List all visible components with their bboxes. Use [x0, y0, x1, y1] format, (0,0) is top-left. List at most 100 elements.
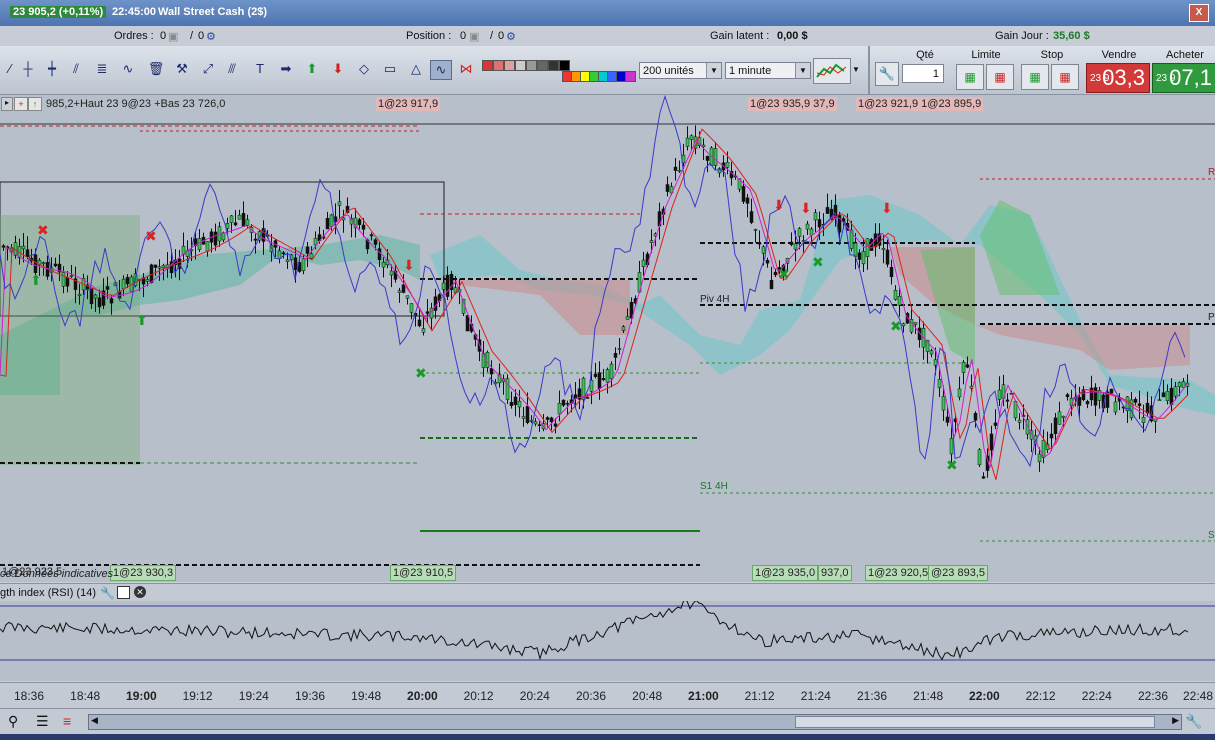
vertical-line-icon[interactable]: ┿: [42, 60, 62, 78]
position-sep: /: [490, 30, 494, 42]
order-marker-bottom[interactable]: 1@23 930,3: [110, 565, 177, 581]
stop-sell-button[interactable]: ▦: [1051, 64, 1079, 90]
arrow-right-icon[interactable]: ➡: [276, 60, 296, 78]
qty-input[interactable]: 1: [902, 64, 944, 83]
arrow-down-icon[interactable]: ⬇: [328, 60, 348, 78]
trend-tool-icon[interactable]: ∿: [118, 60, 138, 78]
scrollbar-thumb[interactable]: [795, 716, 1155, 728]
candle-body: [33, 254, 38, 273]
candle-body: [77, 293, 82, 296]
candle-body: [949, 438, 954, 455]
position-gear-icon[interactable]: ⚙: [506, 30, 516, 43]
rectangle-rotated-icon[interactable]: ◇: [354, 60, 374, 78]
order-marker-bottom[interactable]: 1@23 910,5: [390, 565, 457, 581]
time-tick: 22:48: [1182, 689, 1214, 703]
candle-body: [765, 260, 770, 264]
scroll-left-icon[interactable]: ◀: [91, 715, 98, 726]
list-icon[interactable]: ☰: [36, 713, 49, 730]
units-select[interactable]: 200 unités ▼: [639, 62, 722, 79]
close-icon[interactable]: ✕: [134, 586, 146, 598]
order-marker-bottom[interactable]: @23 893,5: [928, 565, 988, 581]
indicators-dropdown-icon[interactable]: ▼: [850, 58, 862, 82]
scroll-right-icon[interactable]: ▶: [1172, 715, 1179, 726]
zigzag-tool-icon[interactable]: ∿: [430, 60, 452, 80]
up-icon[interactable]: ↑: [28, 97, 42, 111]
price-chart-panel[interactable]: ⬆ ⬆ ⬇ ⬇ ⬇ ⬇ ✖ ✖ ✖ ✖ ✖ ✖ ✖: [0, 94, 1215, 582]
candle-body: [405, 295, 410, 299]
color-swatch[interactable]: [515, 60, 526, 71]
qty-header: Qté: [916, 49, 934, 61]
line-tool-icon[interactable]: ⁄: [0, 60, 20, 78]
rsi-title: gth index (RSI) (14): [0, 587, 96, 599]
color-swatch[interactable]: [559, 60, 570, 71]
orders-icon[interactable]: ▣: [168, 30, 178, 43]
parallel-lines-icon[interactable]: ⫻: [222, 60, 242, 78]
sell-button[interactable]: 23 9 03,3: [1086, 63, 1150, 93]
position-icon[interactable]: ▣: [469, 30, 479, 43]
color-swatch[interactable]: [537, 60, 548, 71]
color-swatch[interactable]: [482, 60, 493, 71]
zoom-icon[interactable]: ⚲: [8, 713, 18, 730]
arrow-up-icon[interactable]: ⬆: [302, 60, 322, 78]
buy-button[interactable]: 23 9 07,1: [1152, 63, 1215, 93]
buy-quote-price: 07,1: [1169, 65, 1212, 90]
color-swatch[interactable]: [526, 60, 537, 71]
time-tick: 22:24: [1081, 689, 1112, 703]
order-marker-bottom[interactable]: 1@23 920,5: [865, 565, 932, 581]
color-swatch[interactable]: [548, 60, 559, 71]
pattern-tool-icon[interactable]: ⋈: [456, 60, 476, 78]
window-icon[interactable]: [117, 586, 130, 599]
clock: 22:45:00: [112, 6, 157, 18]
hammer-icon[interactable]: ⚒: [172, 60, 192, 78]
order-marker[interactable]: 1@23 935,9 37,9: [748, 97, 837, 111]
text-tool-icon[interactable]: T: [250, 60, 270, 78]
candle-body: [245, 219, 250, 226]
channel-tool-icon[interactable]: ⫽: [66, 60, 86, 78]
color-swatch[interactable]: [493, 60, 504, 71]
orders-gear-icon[interactable]: ⚙: [206, 30, 216, 43]
candle-body: [805, 223, 810, 230]
rsi-panel[interactable]: [0, 599, 1215, 681]
price-chart[interactable]: ⬆ ⬆ ⬇ ⬇ ⬇ ⬇ ✖ ✖ ✖ ✖ ✖ ✖ ✖: [0, 94, 1215, 582]
chart-menu-icon[interactable]: ▸: [1, 97, 13, 111]
bottom-bar: ⚲ ☰ ≡ ◀ ▶ 🔧: [0, 708, 1215, 735]
color-palette[interactable]: [482, 58, 638, 84]
triangle-icon[interactable]: △: [406, 60, 426, 78]
bars-icon[interactable]: ≡: [63, 713, 71, 729]
wrench-icon[interactable]: 🔧: [100, 586, 115, 600]
candle-body: [61, 272, 66, 287]
wrench-icon[interactable]: 🔧: [875, 62, 899, 86]
candle-body: [853, 242, 858, 257]
trash-icon[interactable]: 🗑: [146, 60, 166, 78]
color-swatch[interactable]: [504, 60, 515, 71]
candle-body: [89, 288, 94, 305]
tools-icon[interactable]: 🔧: [1185, 713, 1202, 730]
time-tick: 22:00: [969, 689, 1000, 703]
rectangle-icon[interactable]: ▭: [380, 60, 400, 78]
stop-buy-button[interactable]: ▦: [1021, 64, 1049, 90]
order-marker[interactable]: 1@23 921,9 1@23 895,9: [856, 97, 984, 111]
expand-icon[interactable]: ⤢: [198, 60, 218, 78]
chart-legend: 985,2+Haut 23 9@23 +Bas 23 726,0: [46, 98, 226, 110]
limit-sell-button[interactable]: ▦: [986, 64, 1014, 90]
candle-body: [793, 243, 798, 250]
add-icon[interactable]: +: [14, 97, 28, 111]
candle-body: [285, 259, 290, 262]
color-swatch[interactable]: [625, 71, 636, 82]
candle-body: [125, 277, 130, 285]
horizontal-scrollbar[interactable]: ◀ ▶: [88, 714, 1182, 730]
order-marker[interactable]: 1@23 917,9: [376, 97, 441, 111]
order-marker-bottom[interactable]: 937,0: [818, 565, 852, 581]
close-button[interactable]: X: [1189, 4, 1209, 22]
candle-body: [861, 251, 866, 265]
interval-select[interactable]: 1 minute ▼: [725, 62, 811, 79]
indicators-button[interactable]: [813, 58, 851, 84]
candle-body: [957, 388, 962, 398]
candle-body: [941, 396, 946, 411]
limit-buy-button[interactable]: ▦: [956, 64, 984, 90]
order-marker-bottom[interactable]: 1@23 935,0: [752, 565, 819, 581]
rsi-chart[interactable]: [0, 599, 1215, 681]
fibonacci-tool-icon[interactable]: ≣: [92, 60, 112, 78]
candle-body: [665, 184, 670, 192]
horizontal-line-icon[interactable]: ┼: [18, 60, 38, 78]
